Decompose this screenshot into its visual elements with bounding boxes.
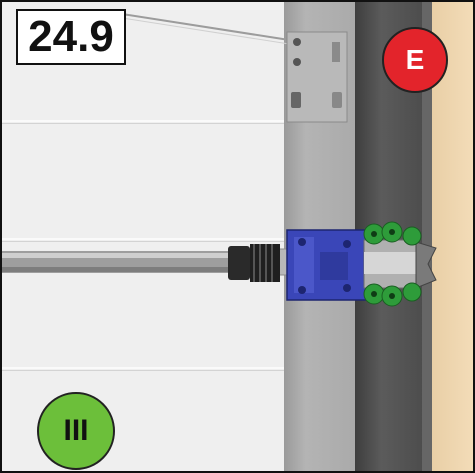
- badge-e: E: [382, 27, 448, 93]
- cable: [121, 13, 303, 43]
- hinge-plate: [286, 31, 348, 123]
- blue-bracket: [286, 229, 368, 301]
- roller-carrier: [363, 239, 437, 289]
- collar: [228, 244, 280, 282]
- badge-iii: III: [37, 392, 115, 470]
- step-number: 24.9: [16, 9, 126, 65]
- assembly-illustration: 24.9 E III: [0, 0, 475, 473]
